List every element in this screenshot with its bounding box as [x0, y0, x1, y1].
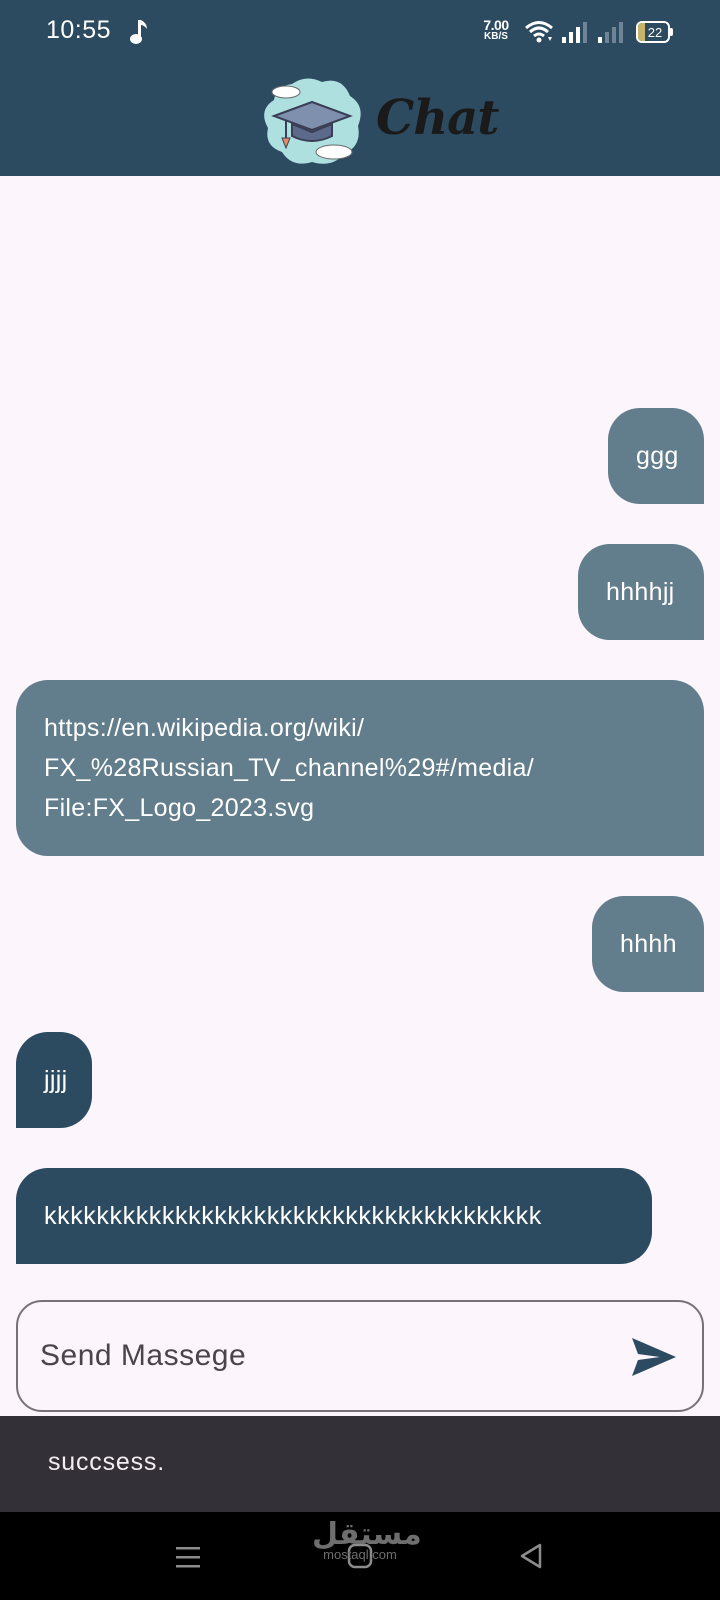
message-bubble-sent: hhhh: [592, 896, 704, 992]
network-speed: 7.00 KB/S: [479, 18, 513, 42]
message-line: FX_%28Russian_TV_channel%29#/media/: [44, 754, 534, 782]
wifi-icon: [525, 21, 553, 43]
send-icon[interactable]: [630, 1336, 678, 1378]
back-icon[interactable]: [518, 1542, 544, 1570]
message-line: https://en.wikipedia.org/wiki/: [44, 714, 365, 742]
snackbar-message: succsess.: [48, 1448, 165, 1476]
message-bubble-received: kkkkkkkkkkkkkkkkkkkkkkkkkkkkkkkkkkkkkk: [16, 1168, 652, 1264]
system-nav-bar: مستقل mostaql.com: [0, 1512, 720, 1600]
signal-icon: [598, 22, 623, 43]
snackbar: succsess.: [0, 1416, 720, 1512]
watermark-logo: مستقل mostaql.com: [312, 1517, 422, 1562]
watermark-arabic: مستقل: [312, 1517, 422, 1552]
music-note-icon: [130, 20, 147, 44]
battery-level: 22: [647, 25, 663, 40]
message-bubble-sent: hhhhjj: [578, 544, 704, 640]
message-bubble-received: jjjj: [16, 1032, 92, 1128]
recent-apps-icon[interactable]: [174, 1544, 202, 1570]
app-title: Chat: [376, 90, 499, 146]
message-input[interactable]: [40, 1330, 600, 1382]
network-speed-unit: KB/S: [484, 31, 508, 42]
battery-icon: 22: [636, 21, 674, 43]
watermark-latin: mostaql.com: [323, 1547, 397, 1562]
app-header: 10:55 7.00 KB/S 22 Chat: [0, 0, 720, 176]
graduation-cap-logo: [264, 78, 361, 164]
message-bubble-sent: ggg: [608, 408, 704, 504]
message-line: File:FX_Logo_2023.svg: [44, 794, 315, 822]
message-composer: [16, 1300, 704, 1412]
message-bubble-sent: https://en.wikipedia.org/wiki/ FX_%28Rus…: [16, 680, 704, 856]
signal-icon: [562, 22, 587, 43]
network-speed-value: 7.00: [483, 17, 509, 33]
status-time: 10:55: [46, 16, 112, 44]
